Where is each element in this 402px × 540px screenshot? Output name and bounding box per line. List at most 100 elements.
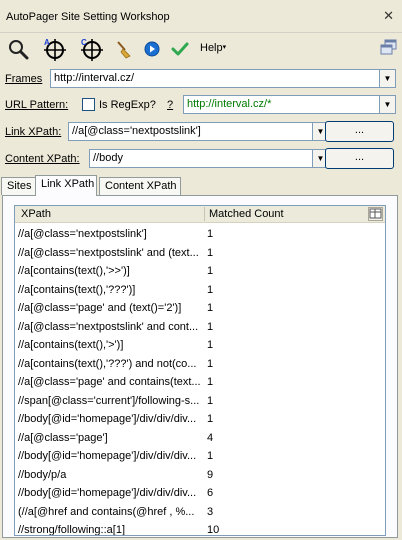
check-icon[interactable] [168,37,192,61]
xpath-cell: //a[contains(text(),'???') and not(co... [18,357,197,370]
table-row[interactable]: //a[@class='nextpostslink' and (text... 1 [15,244,385,262]
regexp-checkbox[interactable] [82,98,95,111]
play-icon[interactable] [140,37,164,61]
content-xpath-browse-button[interactable]: ... [325,148,394,169]
frames-select[interactable]: http://interval.cz/ [50,69,380,88]
xpath-cell: (//a[@href and contains(@href , %... [18,505,195,518]
xpath-cell: //body[@id='homepage']/div/div/div... [18,450,197,462]
matched-count-cell: 1 [207,413,214,425]
frames-row: Frames http://interval.cz/ ▼ [0,68,402,90]
table-header: XPath Matched Count [15,206,385,223]
matched-count-cell: 1 [207,265,214,277]
content-xpath-label: Content XPath: [5,153,80,165]
table-row[interactable]: //span[@class='current']/following-s... 1 [15,392,385,410]
column-separator[interactable] [204,207,205,221]
matched-count-cell: 1 [207,320,214,333]
chevron-down-icon: ▼ [316,127,325,136]
xpath-cell: //a[contains(text(),'???')] [18,283,136,296]
chevron-down-icon: ▼ [383,100,392,109]
link-xpath-select[interactable]: //a[@class='nextpostslink'] [68,122,313,141]
table-row[interactable]: //body[@id='homepage']/div/div/div... 1 [15,410,385,428]
matched-count-cell: 9 [207,468,214,481]
broom-icon[interactable] [112,37,136,61]
xpath-cell: //body/p/a [18,468,67,481]
tab-sites[interactable]: Sites [1,177,36,195]
column-header-xpath[interactable]: XPath [21,208,51,220]
xpath-cell: //a[@class='page'] [18,431,108,444]
column-header-matched-count[interactable]: Matched Count [209,208,284,220]
matched-count-cell: 10 [207,524,220,536]
toolbar: A C Help▾ [0,33,402,65]
table-row[interactable]: //body/p/a 9 [15,466,385,484]
url-pattern-dropdown-button[interactable]: ▼ [379,95,396,114]
matched-count-cell: 1 [207,246,214,259]
chevron-down-icon: ▼ [383,74,392,83]
xpath-cell: //a[@class='nextpostslink'] [18,228,147,240]
magnifier-icon[interactable] [6,37,30,61]
table-row[interactable]: (//a[@href and contains(@href , %... 3 [15,503,385,521]
xpath-cell: //a[@class='nextpostslink' and cont... [18,320,199,333]
matched-count-cell: 3 [207,505,214,518]
help-label: Help [200,42,223,54]
table-row[interactable]: //a[contains(text(),'>>')] 1 [15,262,385,280]
xpath-cell: //a[@class='page' and contains(text... [18,376,201,388]
matched-count-cell: 1 [207,228,214,240]
help-menu[interactable]: Help▾ [200,42,226,54]
xpath-cell: //a[@class='page' and (text()='2')] [18,302,182,314]
title-bar: AutoPager Site Setting Workshop ✕ [0,0,402,33]
tab-link-xpath[interactable]: Link XPath [35,175,97,196]
restore-window-icon[interactable] [380,38,398,56]
url-pattern-row: URL Pattern: Is RegExp? ? http://interva… [0,94,402,116]
table-row[interactable]: //a[@class='nextpostslink' and cont... 1 [15,318,385,336]
table-row[interactable]: //a[@class='nextpostslink'] 1 [15,225,385,243]
regexp-label: Is RegExp? [99,99,156,111]
table-row[interactable]: //a[contains(text(),'???')] 1 [15,281,385,299]
xpath-cell: //body[@id='homepage']/div/div/div... [18,487,197,499]
svg-text:A: A [44,38,50,47]
matched-count-cell: 4 [207,431,214,444]
close-icon[interactable]: ✕ [383,8,394,24]
chevron-down-icon: ▾ [222,44,227,51]
matched-count-cell: 1 [207,450,214,462]
table-row[interactable]: //body[@id='homepage']/div/div/div... 1 [15,447,385,465]
xpath-cell: //a[@class='nextpostslink' and (text... [18,246,199,259]
xpath-cell: //body[@id='homepage']/div/div/div... [18,413,197,425]
tab-content-xpath[interactable]: Content XPath [99,177,181,195]
link-xpath-row: Link XPath: //a[@class='nextpostslink'] … [0,121,402,143]
crosshair-a-icon[interactable]: A [42,37,66,61]
xpath-cell: //a[contains(text(),'>>')] [18,265,130,277]
xpath-table[interactable]: XPath Matched Count //a[@class='nextpost… [14,205,386,536]
crosshair-c-icon[interactable]: C [79,37,103,61]
xpath-cell: //span[@class='current']/following-s... [18,394,200,407]
table-row[interactable]: //strong/following::a[1] 10 [15,521,385,536]
table-row[interactable]: //a[@class='page' and (text()='2')] 1 [15,299,385,317]
window-title: AutoPager Site Setting Workshop [6,11,170,23]
link-xpath-browse-button[interactable]: ... [325,121,394,142]
chevron-down-icon: ▼ [316,154,325,163]
table-row[interactable]: //a[contains(text(),'>')] 1 [15,336,385,354]
content-xpath-row: Content XPath: //body ▼ ... [0,148,402,170]
column-picker-icon[interactable] [368,207,383,221]
frames-dropdown-button[interactable]: ▼ [379,69,396,88]
matched-count-cell: 1 [207,302,214,314]
matched-count-cell: 1 [207,357,214,370]
url-pattern-label: URL Pattern: [5,99,69,111]
url-pattern-select[interactable]: http://interval.cz/* [183,95,380,114]
table-row[interactable]: //a[@class='page'] 4 [15,429,385,447]
matched-count-cell: 1 [207,283,214,296]
svg-text:C: C [81,38,87,47]
tab-strip: Sites Link XPath Content XPath [0,175,402,196]
matched-count-cell: 1 [207,394,214,407]
link-xpath-label: Link XPath: [5,126,62,138]
frames-label: Frames [5,73,43,85]
table-row[interactable]: //a[@class='page' and contains(text... 1 [15,373,385,391]
table-row[interactable]: //body[@id='homepage']/div/div/div... 6 [15,484,385,502]
xpath-cell: //a[contains(text(),'>')] [18,339,124,351]
matched-count-cell: 6 [207,487,214,499]
matched-count-cell: 1 [207,376,214,388]
matched-count-cell: 1 [207,339,214,351]
regexp-help-link[interactable]: ? [167,99,173,111]
table-row[interactable]: //a[contains(text(),'???') and not(co...… [15,355,385,373]
xpath-cell: //strong/following::a[1] [18,524,126,536]
content-xpath-select[interactable]: //body [89,149,313,168]
